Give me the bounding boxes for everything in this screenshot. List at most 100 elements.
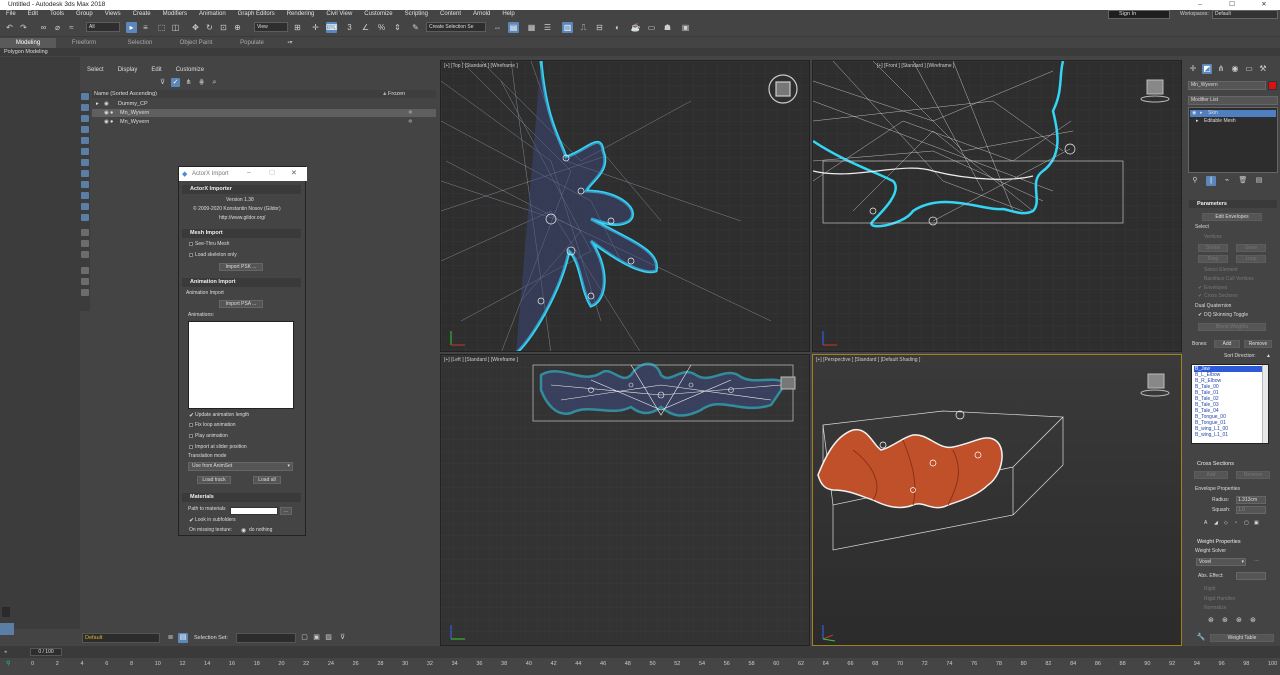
scene-menu-select[interactable]: Select bbox=[80, 65, 111, 75]
cross-sections-checkbox[interactable]: Cross Sections bbox=[1204, 293, 1238, 300]
minimize-icon[interactable]: – bbox=[247, 169, 251, 176]
update-length-checkbox[interactable]: ✔ bbox=[189, 412, 194, 419]
display-all-icon[interactable] bbox=[81, 229, 89, 236]
menu-civil-view[interactable]: Civil View bbox=[320, 10, 358, 19]
sel-filter-icon[interactable]: ⊽ bbox=[338, 633, 347, 642]
window-crossing-icon[interactable]: ◫ bbox=[170, 22, 181, 33]
display-geometry-icon[interactable] bbox=[81, 93, 89, 100]
viewport-label[interactable]: [+] [Front ] [Standard ] [Wireframe ] bbox=[877, 63, 954, 69]
stack-item-editable-mesh[interactable]: ▸ Editable Mesh bbox=[1190, 118, 1276, 125]
sel-set-remove-icon[interactable]: ▨ bbox=[324, 633, 333, 642]
display-tab-icon[interactable]: ▭ bbox=[1244, 64, 1254, 74]
animations-list[interactable] bbox=[188, 321, 294, 409]
spinner-snap-icon[interactable]: ⇕ bbox=[392, 22, 403, 33]
make-unique-icon[interactable]: ⌁ bbox=[1222, 176, 1232, 186]
look-subfolders-checkbox[interactable]: ✔ bbox=[189, 517, 194, 524]
place-icon[interactable]: ⊕ bbox=[232, 22, 243, 33]
add-bone-button[interactable]: Add bbox=[1214, 340, 1240, 348]
bones-list-scrollbar[interactable] bbox=[1262, 365, 1268, 443]
select-excluded-icon[interactable]: ⊛ bbox=[1236, 617, 1242, 624]
expand-icon[interactable]: ▸ bbox=[1200, 110, 1203, 117]
play-animation-checkbox[interactable] bbox=[189, 434, 193, 438]
select-by-name-icon[interactable]: ≡ bbox=[140, 22, 151, 33]
named-selection-dropdown[interactable]: Create Selection Se bbox=[426, 22, 486, 32]
expand-icon[interactable]: ▸ bbox=[1196, 118, 1199, 125]
configure-modifier-icon[interactable]: ▤ bbox=[1254, 176, 1264, 186]
menu-create[interactable]: Create bbox=[127, 10, 157, 19]
weight-table-button[interactable]: Weight Table bbox=[1210, 634, 1274, 642]
maximize-icon[interactable]: ☐ bbox=[269, 169, 275, 177]
display-lights-icon[interactable] bbox=[81, 115, 89, 122]
show-end-result-icon[interactable]: ❘ bbox=[1206, 176, 1216, 186]
loop-button[interactable]: Loop bbox=[1236, 255, 1266, 263]
paste-icon[interactable]: ▣ bbox=[1254, 520, 1259, 527]
section-cross-sections[interactable]: Cross Sections bbox=[1189, 460, 1277, 468]
ribbon-panel-label[interactable]: Polygon Modeling bbox=[0, 48, 1280, 56]
eye-icon[interactable]: ◉ bbox=[1192, 110, 1196, 117]
cross-add-button[interactable]: Add bbox=[1194, 471, 1228, 479]
sort-direction-icon[interactable]: ▲ bbox=[1266, 353, 1271, 360]
select-object-icon[interactable]: ▸ bbox=[126, 22, 137, 33]
tab-object-paint[interactable]: Object Paint bbox=[168, 38, 224, 48]
eye-icon[interactable]: ◉ bbox=[104, 118, 109, 126]
layer-explorer-icon[interactable]: ☰ bbox=[542, 22, 553, 33]
layer-dropdown[interactable]: Default bbox=[82, 633, 160, 643]
time-slider-track[interactable] bbox=[0, 646, 1280, 658]
layer-stack-icon[interactable]: ≣ bbox=[166, 633, 175, 642]
menu-animation[interactable]: Animation bbox=[193, 10, 232, 19]
bones-list[interactable]: B_Jaw B_L_Elbow B_R_Elbow B_Tale_00 B_Ta… bbox=[1191, 364, 1269, 444]
time-slider-left-icon[interactable]: ◂ bbox=[4, 648, 22, 656]
maximize-icon[interactable]: ☐ bbox=[1216, 0, 1248, 10]
radius-field[interactable]: 1.313cm bbox=[1236, 496, 1266, 504]
close-icon[interactable]: ✕ bbox=[1248, 0, 1280, 10]
display-xrefs-icon[interactable] bbox=[81, 170, 89, 177]
pin-stack-icon[interactable]: ⚲ bbox=[1190, 176, 1200, 186]
grow-button[interactable]: Grow bbox=[1236, 244, 1266, 252]
display-filter-icon[interactable] bbox=[81, 267, 89, 274]
menu-content[interactable]: Content bbox=[434, 10, 467, 19]
reference-coordinate-dropdown[interactable]: View bbox=[254, 22, 288, 32]
filter-keys-icon[interactable]: ⚲ bbox=[6, 660, 10, 667]
display-shapes-icon[interactable] bbox=[81, 104, 89, 111]
display-invert-icon[interactable] bbox=[81, 251, 89, 258]
tab-populate[interactable]: Populate bbox=[224, 38, 280, 48]
undo-icon[interactable]: ↶ bbox=[4, 22, 15, 33]
ribbon-options-icon[interactable]: ▪▾ bbox=[280, 38, 300, 48]
find-icon[interactable]: ⌕ bbox=[210, 78, 219, 87]
menu-file[interactable]: File bbox=[0, 10, 22, 19]
browse-button[interactable]: ... bbox=[280, 507, 292, 515]
vertices-checkbox[interactable]: Vertices bbox=[1204, 234, 1222, 241]
dq-toggle-checkbox[interactable]: DQ Skinning Toggle bbox=[1204, 312, 1248, 319]
object-color-swatch[interactable] bbox=[1268, 81, 1277, 90]
modifier-list-dropdown[interactable]: Modifier List bbox=[1188, 96, 1278, 105]
menu-arnold[interactable]: Arnold bbox=[467, 10, 496, 19]
layer-manager-icon[interactable]: ▤ bbox=[178, 633, 188, 643]
viewport-left[interactable]: [+] [Left ] [Standard ] [Wireframe ] bbox=[440, 354, 810, 646]
shrink-button[interactable]: Shrink bbox=[1198, 244, 1228, 252]
pivot-center-icon[interactable]: ⊞ bbox=[292, 22, 303, 33]
menu-graph-editors[interactable]: Graph Editors bbox=[232, 10, 281, 19]
see-thru-checkbox[interactable] bbox=[189, 242, 193, 246]
display-options-icon[interactable] bbox=[81, 289, 89, 296]
normalize-checkbox[interactable]: Normalize bbox=[1204, 605, 1227, 612]
viewport-label[interactable]: [+] [Top ] [Standard ] [Wireframe ] bbox=[444, 63, 518, 69]
weight-tool-icon[interactable]: 🔧 bbox=[1196, 633, 1206, 643]
absolute-icon[interactable]: A bbox=[1204, 520, 1207, 527]
keyboard-shortcut-icon[interactable]: ⌨ bbox=[326, 22, 338, 33]
selection-filter-dropdown[interactable]: All bbox=[86, 22, 120, 32]
squash-field[interactable]: 1.0 bbox=[1236, 506, 1266, 514]
render-production-icon[interactable]: ☗ bbox=[662, 22, 673, 33]
modify-tab-icon[interactable]: ◩ bbox=[1202, 64, 1212, 74]
render-setup-icon[interactable]: ☕ bbox=[630, 22, 641, 33]
path-materials-input[interactable] bbox=[230, 507, 278, 515]
motion-tab-icon[interactable]: ◉ bbox=[1230, 64, 1240, 74]
scene-explorer-icon[interactable]: ▦ bbox=[526, 22, 537, 33]
scene-menu-customize[interactable]: Customize bbox=[169, 65, 211, 75]
tab-selection[interactable]: Selection bbox=[112, 38, 168, 48]
blend-weights-button[interactable]: Blend Weights bbox=[1198, 323, 1266, 331]
align-icon[interactable]: ▤ bbox=[508, 22, 519, 33]
menu-modifiers[interactable]: Modifiers bbox=[157, 10, 193, 19]
falloff-icon[interactable]: ◔ bbox=[1234, 520, 1237, 527]
section-materials[interactable]: Materials bbox=[182, 493, 301, 502]
time-slider-handle[interactable]: 0 / 100 bbox=[30, 648, 62, 656]
